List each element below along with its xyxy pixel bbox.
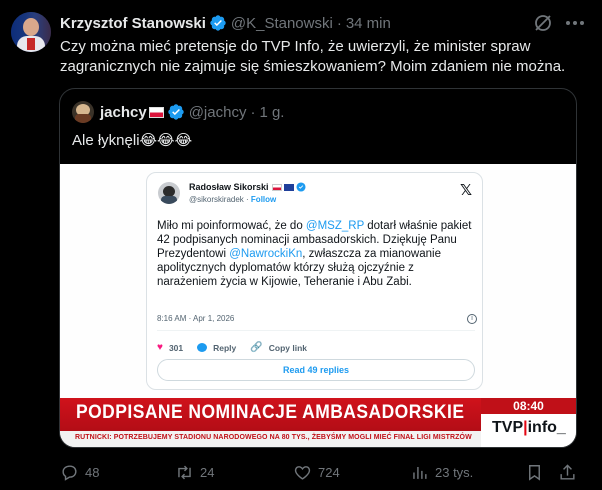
divider xyxy=(157,330,475,331)
tv-clock: 08:40 xyxy=(481,398,576,414)
bookmark-icon xyxy=(529,464,540,481)
tweet-time[interactable]: 34 min xyxy=(346,15,391,32)
views-chart-icon xyxy=(413,466,427,479)
embedded-tweet-card: Radosław Sikorski @sikorskiradek · Follo… xyxy=(146,172,483,390)
author-handle[interactable]: @K_Stanowski xyxy=(231,15,333,32)
eu-flag-icon xyxy=(283,183,294,191)
poland-flag-icon xyxy=(148,106,164,118)
like-count: 724 xyxy=(318,464,340,480)
tweet-actions: 48 24 724 23 tys. xyxy=(60,462,580,482)
heart-icon xyxy=(294,465,311,480)
embedded-copy-link-label: Copy link xyxy=(268,342,307,353)
mention-msz: @MSZ_RP xyxy=(305,220,365,232)
separator-dot: · xyxy=(250,103,256,121)
reply-bubble-icon xyxy=(197,343,208,352)
embedded-likes: ♥ 301 xyxy=(157,342,183,353)
embedded-like-count: 301 xyxy=(168,342,184,353)
repost-icon xyxy=(178,465,191,479)
x-logo-icon: 𝕏 xyxy=(460,182,473,199)
reply-button[interactable]: 48 xyxy=(60,462,99,482)
embedded-copy-link: 🔗 Copy link xyxy=(250,342,307,353)
tv-ticker-text: RUTNICKI: POTRZEBUJEMY STADIONU NARODOWE… xyxy=(75,434,472,441)
bookmark-button[interactable] xyxy=(525,462,544,482)
view-count: 23 tys. xyxy=(435,464,474,480)
quote-header: jachcy @jachcy · 1 g. xyxy=(72,101,284,123)
views-button[interactable]: 23 tys. xyxy=(410,462,473,482)
tv-logo-right: info_ xyxy=(527,419,566,436)
quote-time: 1 g. xyxy=(259,103,285,121)
repost-count: 24 xyxy=(200,464,215,480)
quoted-tweet[interactable]: jachcy @jachcy · 1 g. Ale łyknęli😂😂😂 Rad… xyxy=(59,88,577,448)
grok-icon[interactable] xyxy=(533,13,553,33)
author-avatar[interactable] xyxy=(11,12,51,52)
verified-badge-icon xyxy=(168,104,184,120)
author-name[interactable]: Krzysztof Stanowski xyxy=(60,15,206,32)
embedded-author: Radosław Sikorski xyxy=(189,182,306,192)
quote-avatar xyxy=(72,101,94,123)
embedded-actions: ♥ 301 Reply 🔗 Copy link xyxy=(157,342,307,353)
heart-icon: ♥ xyxy=(157,342,163,353)
tweet[interactable]: Krzysztof Stanowski @K_Stanowski · 34 mi… xyxy=(0,0,602,490)
tv-logo-left: TVP xyxy=(492,419,524,436)
tweet-text: Czy można mieć pretensje do TVP Info, że… xyxy=(60,38,566,75)
info-icon: i xyxy=(467,314,477,324)
tv-headline: PODPISANE NOMINACJE AMBASADORSKIE xyxy=(76,402,465,423)
tvp-info-logo: TVP|info_ xyxy=(492,419,566,437)
quote-author-name: jachcy xyxy=(100,103,147,121)
quote-handle: @jachcy xyxy=(188,103,247,121)
embedded-reply: Reply xyxy=(197,343,236,353)
share-button[interactable] xyxy=(558,462,577,482)
poland-flag-icon xyxy=(271,183,282,191)
repost-button[interactable]: 24 xyxy=(175,462,214,482)
embedded-timestamp: 8:16 AM · Apr 1, 2026 xyxy=(157,314,235,323)
embedded-handle-line: @sikorskiradek · Follow xyxy=(189,195,277,204)
quote-media-image[interactable]: Radosław Sikorski @sikorskiradek · Follo… xyxy=(60,164,576,447)
embedded-author-name: Radosław Sikorski xyxy=(189,182,269,192)
link-icon: 🔗 xyxy=(250,342,263,353)
embedded-follow: Follow xyxy=(250,195,277,204)
separator-dot: · xyxy=(336,14,342,32)
embedded-text-part: Miło mi poinformować, że do xyxy=(157,220,306,232)
embedded-avatar xyxy=(158,182,180,204)
tweet-header: Krzysztof Stanowski @K_Stanowski · 34 mi… xyxy=(60,13,391,33)
embedded-reply-label: Reply xyxy=(213,342,237,353)
reply-icon xyxy=(62,464,77,481)
verified-badge-icon xyxy=(296,182,306,192)
mention-nawrocki: @NawrockiKn xyxy=(229,248,303,260)
embedded-handle: @sikorskiradek xyxy=(189,195,244,204)
reply-count: 48 xyxy=(85,464,100,480)
like-button[interactable]: 724 xyxy=(293,462,340,482)
share-icon xyxy=(560,463,575,480)
quote-text: Ale łyknęli😂😂😂 xyxy=(72,132,193,149)
verified-badge-icon xyxy=(210,15,226,31)
embedded-text: Miło mi poinformować, że do @MSZ_RP dota… xyxy=(157,219,477,289)
more-options-icon[interactable] xyxy=(564,13,586,33)
read-replies-button: Read 49 replies xyxy=(157,359,475,381)
